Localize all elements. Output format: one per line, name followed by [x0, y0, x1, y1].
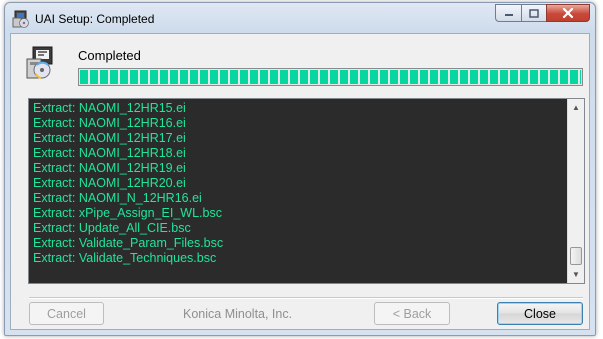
company-label: Konica Minolta, Inc.: [183, 307, 293, 321]
close-icon: [562, 8, 574, 18]
back-button[interactable]: < Back: [374, 302, 450, 325]
scroll-up-button[interactable]: ▲: [568, 99, 584, 116]
window-title: UAI Setup: Completed: [35, 12, 155, 26]
status-text: Completed: [78, 48, 141, 63]
triangle-up-icon: ▲: [572, 103, 580, 112]
install-log[interactable]: Extract: NAOMI_12HR15.ei Extract: NAOMI_1…: [28, 98, 585, 284]
cancel-button[interactable]: Cancel: [29, 302, 104, 325]
log-line: Extract: Update_All_CIE.bsc: [33, 221, 191, 235]
installer-disc-icon: [25, 46, 55, 80]
minimize-button[interactable]: [495, 4, 521, 22]
close-window-button[interactable]: [546, 4, 590, 22]
log-line: Extract: NAOMI_12HR19.ei: [33, 161, 186, 175]
installer-icon: [12, 10, 30, 28]
log-scrollbar[interactable]: ▲ ▼: [567, 99, 584, 283]
progress-fill: [80, 70, 581, 84]
maximize-icon: [529, 8, 539, 18]
log-lines: Extract: NAOMI_12HR15.ei Extract: NAOMI_1…: [33, 101, 564, 266]
log-line: Extract: NAOMI_12HR15.ei: [33, 101, 186, 115]
scroll-down-button[interactable]: ▼: [568, 266, 584, 283]
title-bar[interactable]: UAI Setup: Completed: [5, 3, 595, 33]
log-line: Extract: NAOMI_N_12HR16.ei: [33, 191, 202, 205]
minimize-icon: [504, 14, 513, 16]
log-line: Extract: NAOMI_12HR18.ei: [33, 146, 186, 160]
maximize-button[interactable]: [521, 4, 546, 22]
log-line: Extract: NAOMI_12HR16.ei: [33, 116, 186, 130]
close-button[interactable]: Close: [497, 302, 583, 325]
log-line: Extract: Validate_Techniques.bsc: [33, 251, 217, 265]
log-line: Extract: NAOMI_12HR17.ei: [33, 131, 186, 145]
scroll-thumb[interactable]: [570, 247, 582, 265]
triangle-down-icon: ▼: [572, 270, 580, 279]
caption-buttons: [495, 4, 590, 24]
dialog-body: Completed Extract: NAOMI_12HR15.ei Extrac…: [10, 33, 590, 330]
log-line: Extract: xPipe_Assign_EI_WL.bsc: [33, 206, 222, 220]
progress-bar: [78, 68, 583, 86]
setup-window: UAI Setup: Completed Completed Extract: …: [4, 2, 596, 336]
log-line: Extract: NAOMI_12HR20.ei: [33, 176, 186, 190]
log-line: Extract: Validate_Param_Files.bsc: [33, 236, 224, 250]
footer-divider: [29, 297, 583, 299]
